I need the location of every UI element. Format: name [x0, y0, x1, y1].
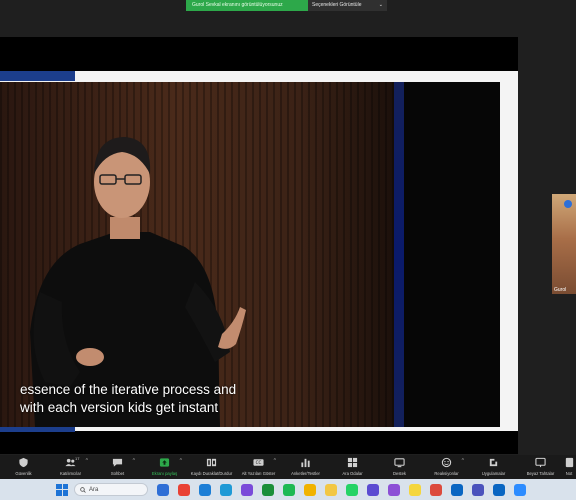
captions-label: Alt Yazıları Göster [241, 471, 276, 476]
whiteboard-icon [535, 457, 546, 468]
participant-thumbnail[interactable]: Gurol [552, 194, 576, 294]
zoom-icon[interactable] [513, 483, 526, 496]
edge-icon[interactable] [219, 483, 232, 496]
search-placeholder: Ara [89, 486, 99, 493]
shield-icon [19, 457, 28, 468]
meeting-toolbar: Güvenlik 17 ^ Katılımcılar ^ Sohbet ^ Ek… [0, 455, 576, 479]
share-banner: Gurol Sevkal ekranını görüntülüyorsunuz … [186, 0, 387, 11]
reactions-button[interactable]: ^ Reaksiyonlar [423, 455, 470, 479]
share-status-label: Gurol Sevkal ekranını görüntülüyorsunuz [186, 0, 308, 11]
windows-taskbar: Ara [0, 479, 576, 500]
security-button[interactable]: Güvenlik [0, 455, 47, 479]
polls-button[interactable]: Anketler/Testler [282, 455, 329, 479]
apps-icon [489, 458, 498, 467]
share-screen-label: Ekranı paylaş [151, 471, 178, 476]
svg-text:CC: CC [256, 460, 262, 465]
subtitle-caption: essence of the iterative process and wit… [20, 381, 480, 417]
reaction-icon [441, 457, 452, 468]
store-icon[interactable] [198, 483, 211, 496]
polls-label: Anketler/Testler [291, 471, 320, 476]
file-explorer-icon[interactable] [156, 483, 169, 496]
reactions-label: Reaksiyonlar [434, 471, 459, 476]
whiteboards-button[interactable]: Beyaz Tahtalar [517, 455, 564, 479]
linkedin-icon[interactable] [492, 483, 505, 496]
photos-icon[interactable] [240, 483, 253, 496]
chevron-down-icon: ⌄ [378, 2, 383, 8]
captions-button[interactable]: CC ^ Alt Yazıları Göster [235, 455, 282, 479]
chat-button[interactable]: ^ Sohbet [94, 455, 141, 479]
notes-yellow-icon[interactable] [408, 483, 421, 496]
spotify-icon[interactable] [282, 483, 295, 496]
support-button[interactable]: Destek [376, 455, 423, 479]
speaking-icon [564, 200, 572, 208]
support-icon [394, 458, 405, 468]
caret-up-icon[interactable]: ^ [133, 458, 135, 464]
thumbnail-video [552, 194, 576, 294]
apps-button[interactable]: Uygulamalar [470, 455, 517, 479]
mail-icon[interactable] [450, 483, 463, 496]
support-label: Destek [392, 471, 407, 476]
caret-up-icon[interactable]: ^ [462, 458, 464, 464]
chrome-third-icon[interactable] [429, 483, 442, 496]
teams-icon[interactable] [471, 483, 484, 496]
security-label: Güvenlik [15, 471, 32, 476]
record-label: Kaydı Duraklat/Durdur [190, 471, 233, 476]
whiteboards-label: Beyaz Tahtalar [526, 471, 555, 476]
pause-stop-icon [206, 458, 217, 467]
view-options-button[interactable]: Seçenekleri Görüntüle ⌄ [308, 0, 387, 11]
video-player[interactable]: essence of the iterative process and wit… [0, 82, 500, 427]
view-options-label: Seçenekleri Görüntüle [312, 2, 362, 8]
share-screen-button[interactable]: ^ Ekranı paylaş [141, 455, 188, 479]
chrome-icon[interactable] [177, 483, 190, 496]
whatsapp-icon[interactable] [345, 483, 358, 496]
participant-count: 17 [75, 456, 80, 461]
breakout-rooms-button[interactable]: Ara Odalar [329, 455, 376, 479]
poll-icon [301, 458, 310, 468]
chat-label: Sohbet [110, 471, 125, 476]
search-icon [80, 486, 86, 493]
slide-accent-top [0, 71, 75, 81]
taskbar-search[interactable]: Ara [74, 483, 148, 496]
caret-up-icon[interactable]: ^ [86, 458, 88, 464]
share-screen-icon [159, 458, 170, 467]
notes-label: Not [565, 471, 573, 476]
apps-label: Uygulamalar [481, 471, 506, 476]
record-control-button[interactable]: Kaydı Duraklat/Durdur [188, 455, 235, 479]
chrome-alt-icon[interactable] [303, 483, 316, 496]
breakout-icon [347, 457, 358, 468]
participants-button[interactable]: 17 ^ Katılımcılar [47, 455, 94, 479]
notes-button[interactable]: Not [564, 455, 574, 479]
chat-icon [112, 458, 123, 467]
speaker-figure [30, 137, 246, 427]
windows-start-icon[interactable] [56, 483, 68, 496]
shared-screen: essence of the iterative process and wit… [0, 37, 518, 454]
caret-up-icon[interactable]: ^ [274, 458, 276, 464]
notes-icon [565, 457, 573, 468]
slide-accent-bottom [0, 427, 75, 432]
caret-up-icon[interactable]: ^ [180, 458, 182, 464]
caption-line-1: essence of the iterative process and [20, 382, 237, 397]
caption-line-2: with each version kids get instant [20, 400, 219, 415]
participant-name: Gurol [554, 287, 567, 293]
cc-icon: CC [253, 459, 264, 466]
folder-icon[interactable] [324, 483, 337, 496]
participants-label: Katılımcılar [60, 471, 81, 476]
xbox-icon[interactable] [261, 483, 274, 496]
visual-studio-icon[interactable] [387, 483, 400, 496]
media-icon[interactable] [366, 483, 379, 496]
breakout-label: Ara Odalar [342, 471, 363, 476]
